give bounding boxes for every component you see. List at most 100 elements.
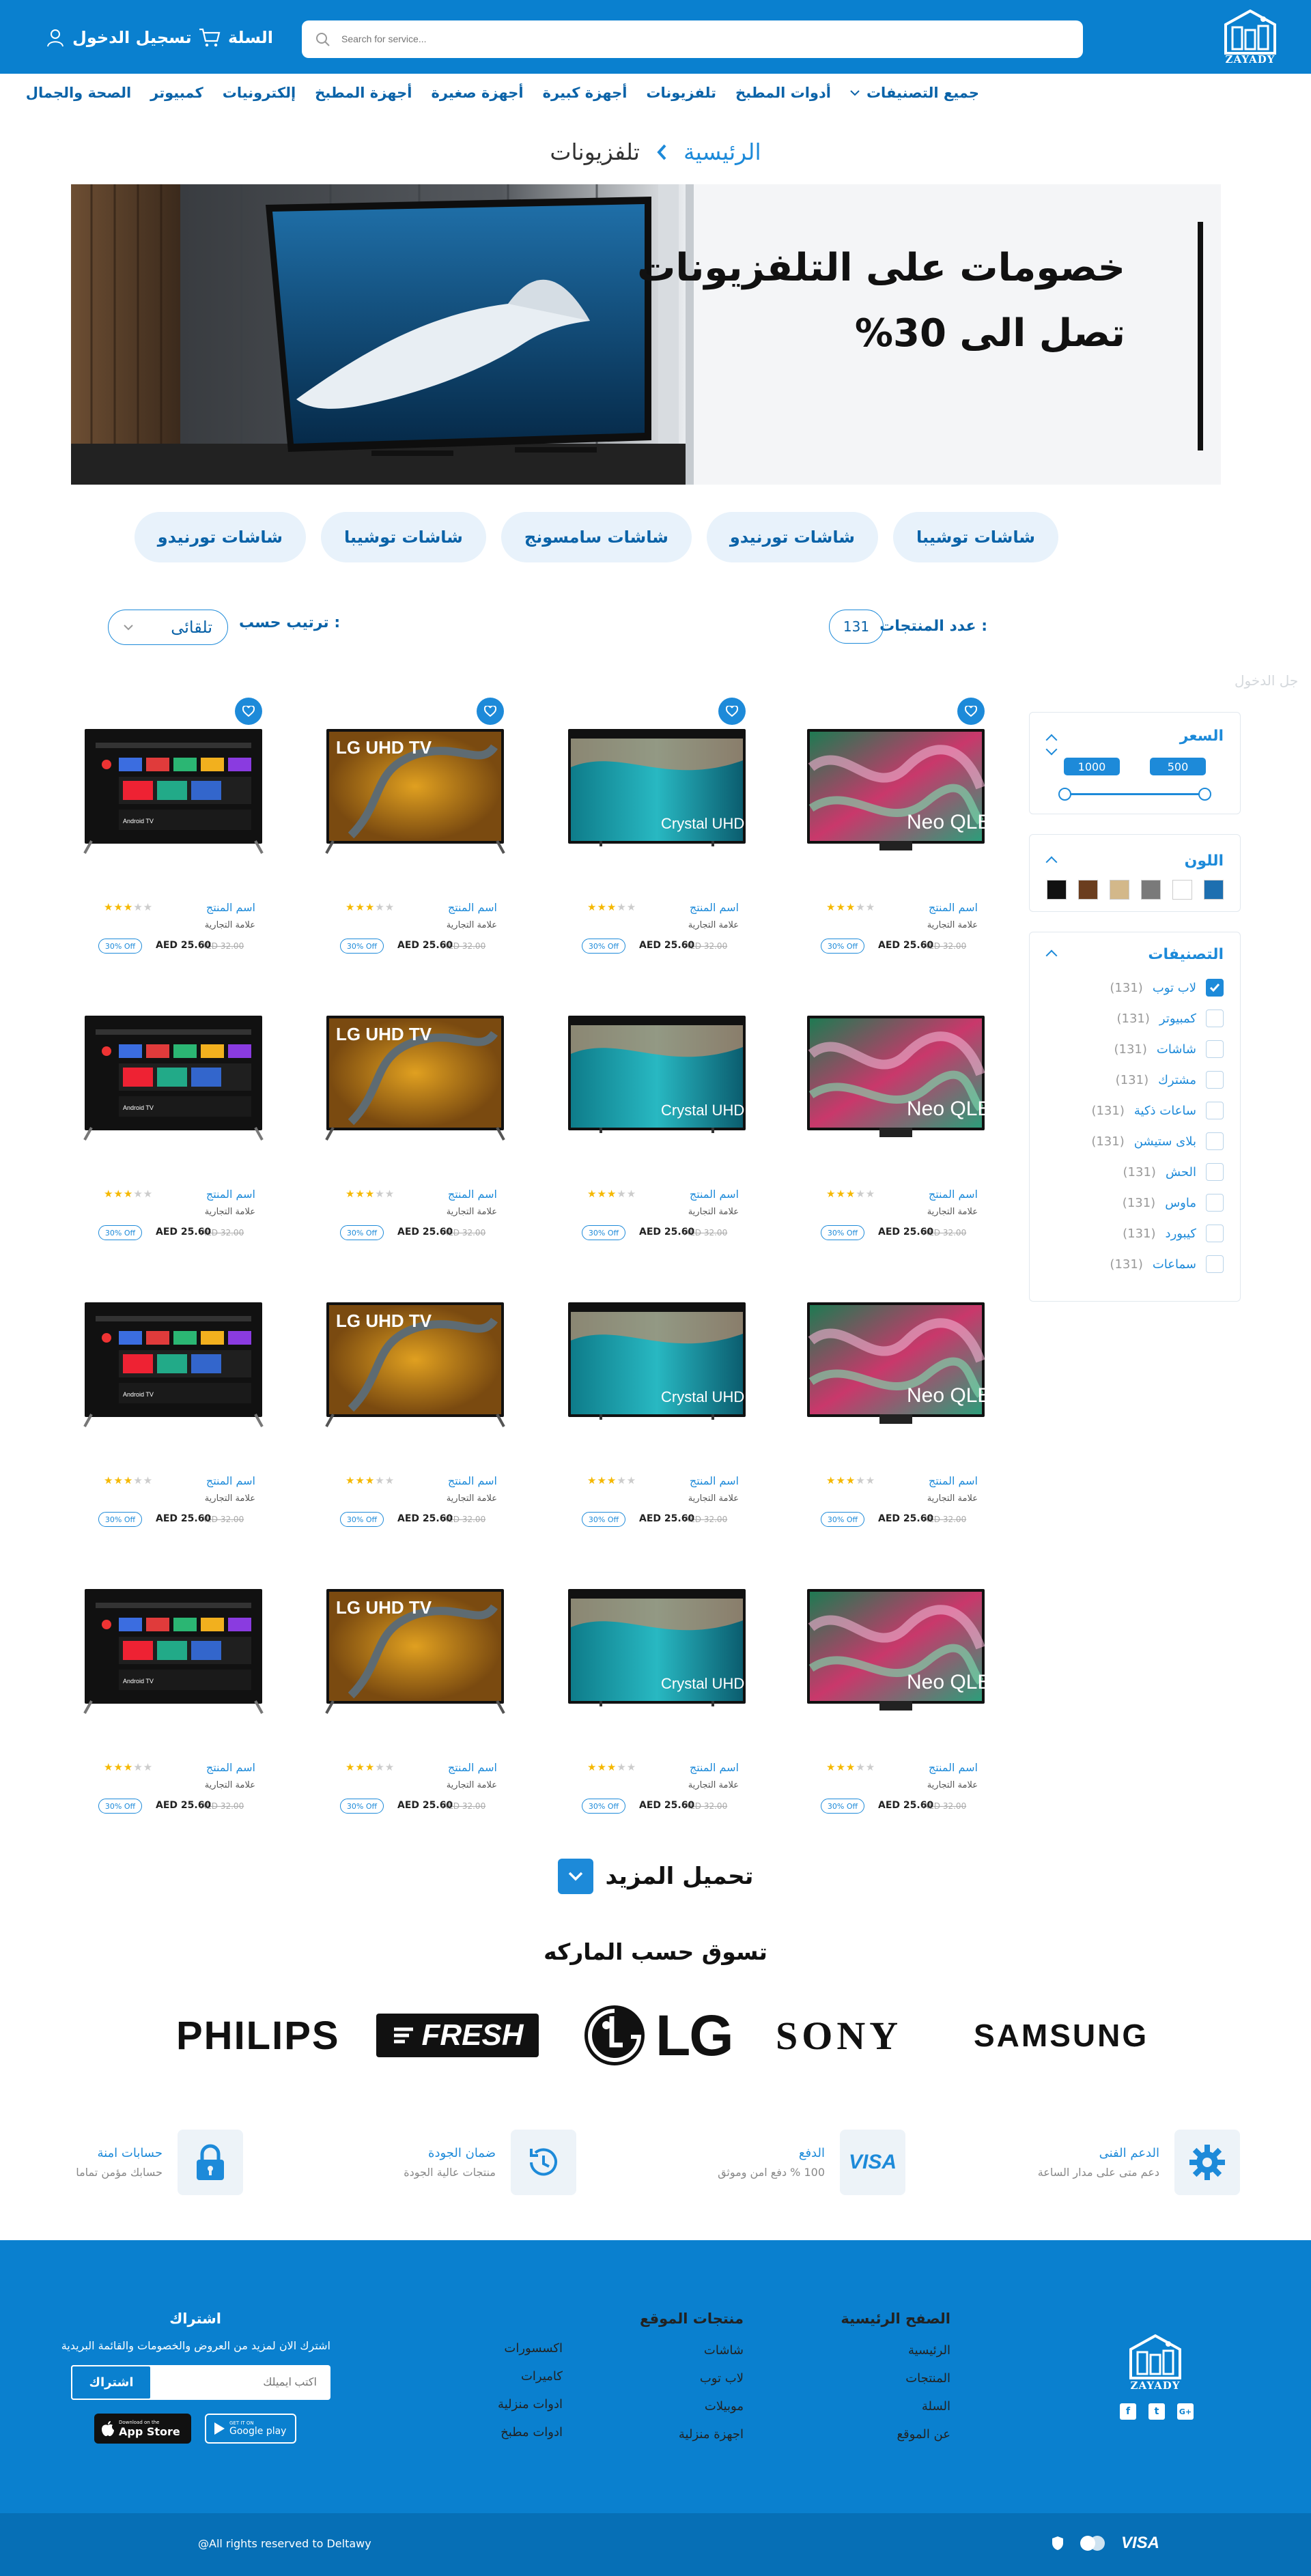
product-name[interactable]: اسم المنتج [929, 1761, 978, 1774]
checkbox[interactable] [1206, 1194, 1224, 1212]
category-option[interactable]: كيبورد (131) [1123, 1225, 1224, 1242]
product-name[interactable]: اسم المنتج [448, 1761, 497, 1774]
product-name[interactable]: اسم المنتج [206, 1761, 255, 1774]
product-name[interactable]: اسم المنتج [448, 1188, 497, 1201]
footer-link[interactable]: اكسسورات [504, 2341, 563, 2369]
subscribe-button[interactable]: اشتراك [71, 2365, 152, 2400]
product-name[interactable]: اسم المنتج [929, 901, 978, 914]
product-name[interactable]: اسم المنتج [929, 1474, 978, 1487]
product-card[interactable]: Neo QLED اسم المنتج علامة التجارية ★★★★★ AED… [798, 1276, 1006, 1548]
nav-item-all[interactable]: جميع التصنيفات [850, 85, 979, 101]
chevron-up-icon[interactable] [1045, 856, 1058, 868]
brand-logo-fresh[interactable]: FRESH [376, 2001, 539, 2070]
brand-logo-samsung[interactable]: SAMSUNG [974, 2001, 1148, 2070]
brand-chip[interactable]: شاشات تورنيدو [134, 512, 306, 562]
chevron-down-icon[interactable] [1045, 743, 1058, 756]
brand-chip[interactable]: شاشات تورنيدو [706, 512, 879, 562]
footer-link[interactable]: موبيلات [705, 2399, 744, 2427]
product-card[interactable]: Android TV اسم المنتج علامة التجارية ★★★★★ A… [75, 1276, 273, 1548]
google-play-badge[interactable]: GET IT ON Google play [205, 2414, 296, 2444]
product-card[interactable]: Android TV اسم المنتج علامة التجارية ★★★★★ A… [75, 698, 273, 975]
nav-item[interactable]: أدوات المطبخ [735, 85, 831, 101]
product-image[interactable]: Android TV [82, 1013, 265, 1141]
heart-icon[interactable] [235, 698, 262, 725]
product-card[interactable]: Android TV اسم المنتج علامة التجارية ★★★★★ A… [75, 1563, 273, 1835]
footer-link[interactable]: ادوات مطبخ [501, 2425, 563, 2453]
color-swatch[interactable] [1204, 880, 1224, 900]
product-image[interactable]: LG UHD TV [324, 1013, 507, 1141]
checkbox-checked[interactable] [1206, 979, 1224, 997]
product-name[interactable]: اسم المنتج [206, 901, 255, 914]
app-store-badge[interactable]: Download on the App Store [94, 2414, 191, 2444]
checkbox[interactable] [1206, 1225, 1224, 1242]
color-swatch[interactable] [1141, 880, 1161, 900]
promo-banner[interactable]: خصومات على التلفزيونات تصل الى 30% [71, 184, 1221, 485]
product-card[interactable]: Crystal UHD اسم المنتج علامة التجارية ★★★★★… [559, 1276, 757, 1548]
google-plus-icon[interactable]: G+ [1177, 2403, 1194, 2420]
checkbox[interactable] [1206, 1163, 1224, 1181]
product-card[interactable]: LG UHD TV اسم المنتج علامة التجارية ★★★★★ AE… [317, 990, 515, 1261]
category-option[interactable]: مشترك (131) [1116, 1071, 1224, 1089]
product-image[interactable]: Crystal UHD [565, 726, 748, 849]
product-image[interactable]: Android TV [82, 1586, 265, 1714]
login-link[interactable]: تسجيل الدخول [45, 27, 192, 48]
product-image[interactable]: LG UHD TV [324, 1300, 507, 1427]
nav-item[interactable]: الصحة والجمال [26, 85, 131, 101]
product-image[interactable]: Crystal UHD [565, 1013, 748, 1136]
checkbox[interactable] [1206, 1255, 1224, 1273]
sort-select[interactable]: تلقائى [108, 610, 228, 645]
heart-icon[interactable] [477, 698, 504, 725]
heart-icon[interactable] [957, 698, 985, 725]
product-card[interactable]: Neo QLED اسم المنتج علامة التجارية ★★★★★ AED… [798, 698, 1006, 975]
category-option[interactable]: الحش (131) [1123, 1163, 1224, 1181]
footer-link[interactable]: شاشات [704, 2343, 744, 2371]
nav-item[interactable]: كمبيوتر [150, 85, 203, 101]
category-option[interactable]: بلاى ستيشن (131) [1091, 1132, 1224, 1150]
category-option[interactable]: ماوس (131) [1123, 1194, 1224, 1212]
product-card[interactable]: Crystal UHD اسم المنتج علامة التجارية ★★★★★… [559, 990, 757, 1261]
load-more-button[interactable]: تحميل المزيد [0, 1859, 1311, 1894]
category-option[interactable]: ساعات ذكية (131) [1091, 1102, 1224, 1119]
product-card[interactable]: Neo QLED اسم المنتج علامة التجارية ★★★★★ AED… [798, 990, 1006, 1261]
brand-chip[interactable]: شاشات سامسونج [501, 512, 692, 562]
footer-link[interactable]: عن الموقع [897, 2427, 950, 2455]
product-card[interactable]: Android TV اسم المنتج علامة التجارية ★★★★★ A… [75, 990, 273, 1261]
product-name[interactable]: اسم المنتج [448, 1474, 497, 1487]
footer-link[interactable]: كاميرات [521, 2369, 563, 2397]
product-image[interactable]: Neo QLED [804, 1586, 1006, 1711]
footer-link[interactable]: المنتجات [905, 2371, 950, 2399]
footer-link[interactable]: السلة [922, 2399, 950, 2427]
search-input[interactable] [341, 29, 1052, 49]
brand-logo-sony[interactable]: SONY [776, 2001, 902, 2070]
product-name[interactable]: اسم المنتج [690, 1474, 739, 1487]
footer-link[interactable]: الرئيسية [908, 2343, 950, 2371]
category-option[interactable]: سماعات (131) [1110, 1255, 1224, 1273]
color-swatch[interactable] [1047, 880, 1067, 900]
facebook-icon[interactable]: f [1120, 2403, 1136, 2420]
heart-icon[interactable] [718, 698, 746, 725]
category-option[interactable]: لاب توب (131) [1110, 979, 1224, 997]
price-slider-handle-max[interactable] [1058, 788, 1071, 801]
footer-link[interactable]: لاب توب [700, 2371, 744, 2399]
category-option[interactable]: كمبيوتر (131) [1116, 1010, 1224, 1027]
product-card[interactable]: Crystal UHD اسم المنتج علامة التجارية ★★★★★… [559, 698, 757, 975]
checkbox[interactable] [1206, 1132, 1224, 1150]
category-option[interactable]: شاشات (131) [1114, 1040, 1224, 1058]
brand-logo-philips[interactable]: PHILIPS [176, 2001, 340, 2070]
product-image[interactable]: Android TV [82, 726, 265, 854]
product-name[interactable]: اسم المنتج [929, 1188, 978, 1201]
twitter-icon[interactable]: t [1148, 2403, 1165, 2420]
product-image[interactable]: Crystal UHD [565, 1586, 748, 1709]
price-slider-handle-min[interactable] [1198, 788, 1211, 801]
product-image[interactable]: Neo QLED [804, 726, 1006, 850]
checkbox[interactable] [1206, 1040, 1224, 1058]
product-image[interactable]: Neo QLED [804, 1300, 1006, 1424]
chevron-up-icon[interactable] [1045, 949, 1058, 962]
product-name[interactable]: اسم المنتج [690, 1761, 739, 1774]
product-name[interactable]: اسم المنتج [690, 1188, 739, 1201]
checkbox[interactable] [1206, 1102, 1224, 1119]
product-name[interactable]: اسم المنتج [448, 901, 497, 914]
product-image[interactable]: LG UHD TV [324, 726, 507, 854]
nav-item[interactable]: أجهزة صغيرة [431, 85, 523, 101]
checkbox[interactable] [1206, 1071, 1224, 1089]
